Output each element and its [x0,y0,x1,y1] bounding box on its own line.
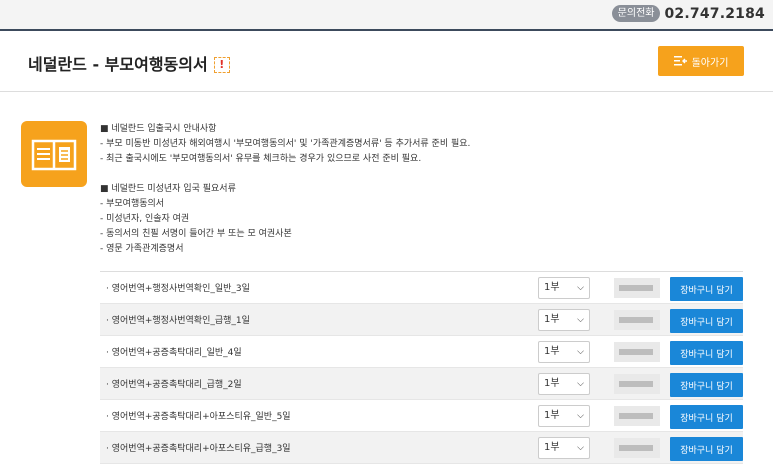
price-placeholder [614,278,660,298]
product-label: · 영어번역+공증촉탁대리_일반_4일 [106,348,242,358]
price-placeholder [614,406,660,426]
phone-badge: 문의전화 [611,5,661,22]
chevron-down-icon: ⌵ [577,315,584,325]
quantity-select[interactable]: 1부 ⌵ [538,341,590,363]
product-label: · 영어번역+행정사번역확인_급행_1일 [106,316,250,326]
back-button-label: 돌아가기 [691,57,729,69]
product-label: · 영어번역+공증촉탁대리+아포스티유_급행_3일 [106,444,291,454]
product-label: · 영어번역+공증촉탁대리+아포스티유_일반_5일 [106,412,291,422]
section2-line: - 동의서의 친필 서명이 들어간 부 또는 모 여권사본 [100,229,292,239]
top-bar: 문의전화 02.747.2184 [0,0,773,31]
page-title-text: 네덜란드 - 부모여행동의서 [28,55,208,74]
chevron-down-icon: ⌵ [577,411,584,421]
contact-phone: 문의전화 02.747.2184 [611,5,765,22]
price-placeholder [614,438,660,458]
section1-line: - 최근 출국시에도 '부모여행동의서' 유무를 체크하는 경우가 있으므로 사… [100,154,422,164]
product-label: · 영어번역+행정사번역확인_일반_3일 [106,284,250,294]
chevron-down-icon: ⌵ [577,283,584,293]
add-to-cart-button[interactable]: 장바구니 담기 [670,341,743,365]
section1-title: ■ 네덜란드 입출국시 안내사항 [100,124,217,134]
price-placeholder [614,374,660,394]
page-header: 네덜란드 - 부모여행동의서! 돌아가기 [0,31,773,92]
chevron-down-icon: ⌵ [577,379,584,389]
quantity-select[interactable]: 1부 ⌵ [538,437,590,459]
chevron-down-icon: ⌵ [577,443,584,453]
add-to-cart-button[interactable]: 장바구니 담기 [670,309,743,333]
section1-line: - 부모 미동반 미성년자 해외여행시 '부모여행동의서' 및 '가족관계증명서… [100,139,471,149]
section2-line: - 미성년자, 인솔자 여권 [100,214,190,224]
page-title: 네덜란드 - 부모여행동의서! [28,51,230,75]
warning-icon: ! [213,57,230,73]
section2-line: - 부모여행동의서 [100,199,165,209]
add-to-cart-button[interactable]: 장바구니 담기 [670,277,743,301]
list-back-icon [673,56,687,66]
quantity-select[interactable]: 1부 ⌵ [538,309,590,331]
back-button[interactable]: 돌아가기 [658,46,744,76]
section2-title: ■ 네덜란드 미성년자 입국 필요서류 [100,184,236,194]
product-row: · 영어번역+공증촉탁대리_급행_2일 1부 ⌵ 장바구니 담기 [100,368,743,400]
product-row: · 영어번역+행정사번역확인_급행_1일 1부 ⌵ 장바구니 담기 [100,304,743,336]
product-row: · 영어번역+공증촉탁대리+아포스티유_급행_3일 1부 ⌵ 장바구니 담기 [100,432,743,464]
product-list: · 영어번역+행정사번역확인_일반_3일 1부 ⌵ 장바구니 담기 · 영어번역+… [100,271,743,464]
product-label: · 영어번역+공증촉탁대리_급행_2일 [106,380,242,390]
section2-line: - 영문 가족관계증명서 [100,244,184,254]
add-to-cart-button[interactable]: 장바구니 담기 [670,405,743,429]
info-text: ■ 네덜란드 입출국시 안내사항 - 부모 미동반 미성년자 해외여행시 '부모… [100,122,470,257]
chevron-down-icon: ⌵ [577,347,584,357]
add-to-cart-button[interactable]: 장바구니 담기 [670,373,743,397]
quantity-select[interactable]: 1부 ⌵ [538,405,590,427]
price-placeholder [614,342,660,362]
product-row: · 영어번역+행정사번역확인_일반_3일 1부 ⌵ 장바구니 담기 [100,271,743,304]
product-row: · 영어번역+공증촉탁대리_일반_4일 1부 ⌵ 장바구니 담기 [100,336,743,368]
price-placeholder [614,310,660,330]
product-row: · 영어번역+공증촉탁대리+아포스티유_일반_5일 1부 ⌵ 장바구니 담기 [100,400,743,432]
add-to-cart-button[interactable]: 장바구니 담기 [670,437,743,461]
document-icon [21,121,87,187]
quantity-select[interactable]: 1부 ⌵ [538,373,590,395]
quantity-select[interactable]: 1부 ⌵ [538,277,590,299]
phone-number: 02.747.2184 [664,5,765,22]
